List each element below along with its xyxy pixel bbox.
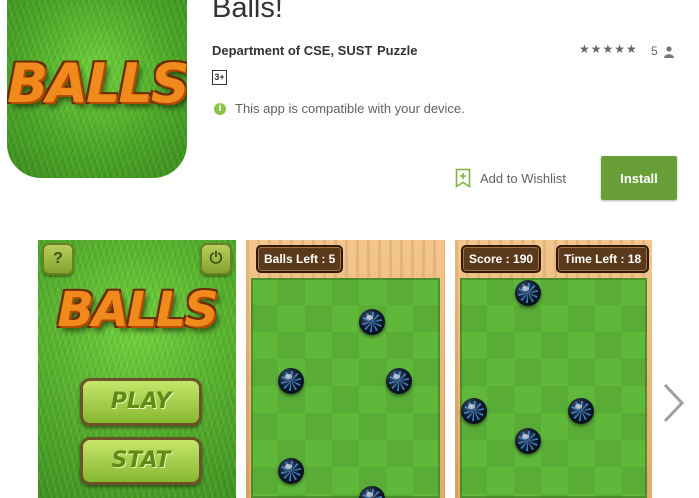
help-icon: ? [42,243,74,275]
ball [359,309,385,335]
power-icon: ⏻ [200,243,232,275]
app-icon-logo: BALLS [7,52,187,115]
add-to-wishlist-button[interactable]: Add to Wishlist [455,165,566,191]
ball [278,458,304,484]
rating-stars: ★★★★★ [579,42,638,56]
install-button[interactable]: Install [601,156,677,200]
play-button: PLAY [80,378,202,426]
screenshot-gameplay[interactable]: Balls Left : 5 [246,240,445,498]
developer-link[interactable]: Department of CSE, SUST [212,43,372,58]
game-board [251,278,440,498]
content-rating-badge: 3+ [212,70,227,85]
score-label: Score : 190 [461,245,542,273]
chevron-right-icon[interactable] [660,383,686,423]
wishlist-label: Add to Wishlist [480,170,566,186]
ball [568,398,594,424]
check-circle-icon: i [214,103,226,115]
stat-button: STAT [80,437,202,485]
bookmark-plus-icon [455,168,471,188]
app-title: Balls! [212,0,283,24]
rating-count: 5 [651,44,658,58]
ball [359,486,385,498]
screenshot-menu[interactable]: ? ⏻ BALLS PLAY STAT [38,240,236,498]
category-link[interactable]: Puzzle [377,43,417,58]
game-logo: BALLS [57,282,218,338]
screenshot-score[interactable]: Score : 190 Time Left : 18 [455,240,652,498]
time-left-label: Time Left : 18 [556,245,650,273]
ball [386,368,412,394]
person-icon [664,46,674,58]
game-board [460,278,647,498]
compatibility-text: This app is compatible with your device. [235,101,465,116]
app-icon: BALLS [7,0,187,178]
balls-left-label: Balls Left : 5 [256,245,344,273]
ball [461,398,487,424]
ball [278,368,304,394]
ball [515,280,541,306]
ball [515,428,541,454]
